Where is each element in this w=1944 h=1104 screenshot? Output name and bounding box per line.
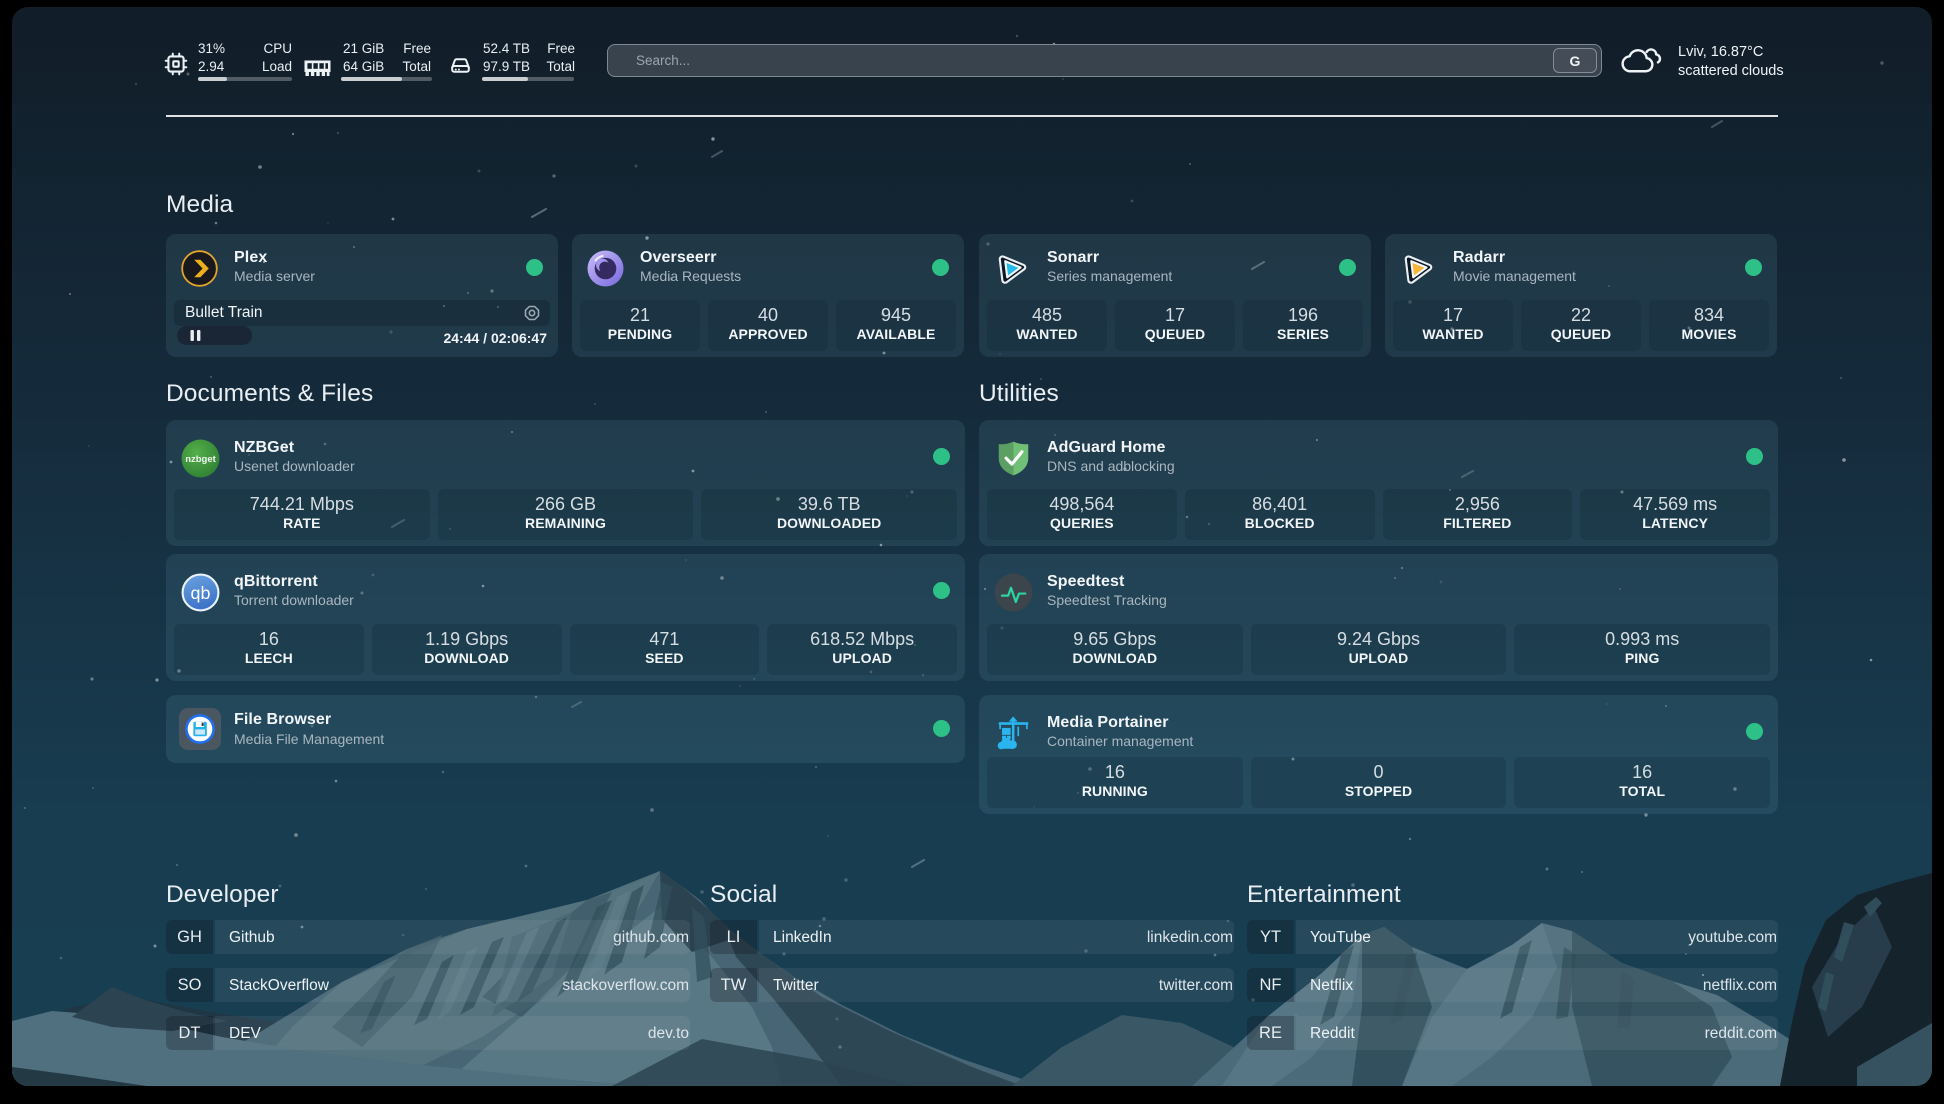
svg-text:qb: qb <box>191 583 211 603</box>
svg-text:nzbget: nzbget <box>185 454 216 465</box>
